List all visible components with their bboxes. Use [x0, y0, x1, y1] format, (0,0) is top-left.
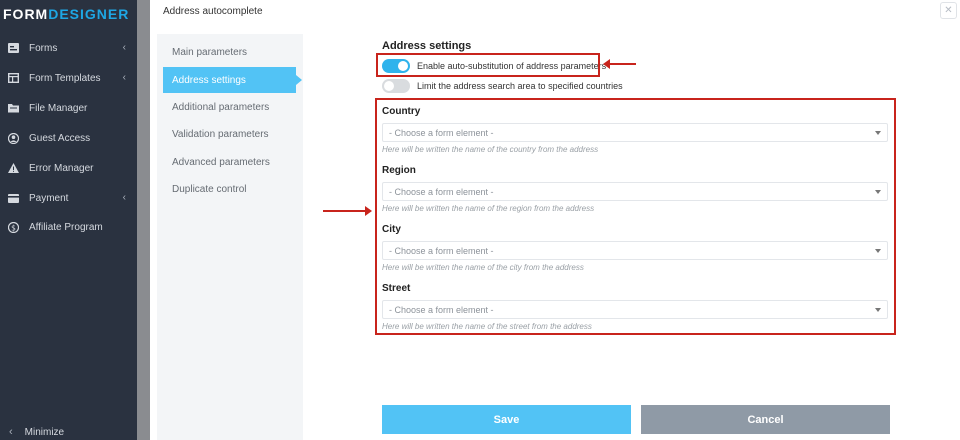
chevron-left-icon: ‹: [9, 426, 13, 438]
modal-title: Address autocomplete: [163, 6, 263, 17]
limit-countries-toggle[interactable]: [382, 79, 410, 93]
section-title: Address settings: [382, 40, 472, 52]
annotation-arrow-left: [603, 59, 636, 69]
user-icon: [7, 132, 19, 144]
chevron-left-icon: ‹: [122, 72, 126, 83]
tab-additional-parameters[interactable]: Additional parameters: [157, 94, 303, 120]
sidebar-item-file-manager[interactable]: File Manager: [0, 97, 137, 119]
sidebar-item-affiliate-program[interactable]: $ Affiliate Program: [0, 216, 137, 238]
dollar-icon: $: [7, 221, 19, 233]
sidebar-item-label: Forms: [29, 42, 58, 54]
close-icon: ✕: [944, 5, 953, 16]
tab-duplicate-control[interactable]: Duplicate control: [157, 176, 303, 202]
close-button[interactable]: ✕: [940, 2, 957, 19]
tab-advanced-parameters[interactable]: Advanced parameters: [157, 149, 303, 175]
sidebar-item-label: Error Manager: [29, 162, 94, 174]
save-button[interactable]: Save: [382, 405, 631, 434]
sidebar-item-label: Guest Access: [29, 132, 91, 144]
chevron-left-icon: ‹: [122, 192, 126, 203]
tab-main-parameters[interactable]: Main parameters: [157, 39, 303, 65]
logo-text-form: FORM: [3, 6, 49, 22]
sidebar-item-guest-access[interactable]: Guest Access: [0, 127, 137, 149]
annotation-box-fields: [375, 98, 896, 335]
sidebar-item-label: File Manager: [29, 102, 88, 114]
logo-text-designer: DESIGNER: [48, 6, 130, 22]
toggle-label: Limit the address search area to specifi…: [417, 81, 623, 91]
annotation-box-toggle: [376, 53, 600, 77]
sidebar-item-label: Affiliate Program: [29, 221, 103, 233]
tab-validation-parameters[interactable]: Validation parameters: [157, 121, 303, 147]
sidebar-item-form-templates[interactable]: Form Templates ‹: [0, 67, 137, 89]
minimize-label: Minimize: [24, 426, 65, 438]
folder-icon: [7, 102, 19, 114]
tab-address-settings[interactable]: Address settings: [163, 67, 302, 93]
sidebar-item-payment[interactable]: Payment ‹: [0, 187, 137, 209]
chevron-left-icon: ‹: [122, 42, 126, 53]
minimize-button[interactable]: ‹ Minimize: [0, 424, 137, 440]
annotation-arrow-right: [323, 206, 372, 216]
modal-backdrop: [137, 0, 150, 440]
warning-icon: [7, 162, 19, 174]
sidebar-item-label: Form Templates: [29, 72, 101, 84]
app-logo[interactable]: FORMDESIGNER: [3, 6, 129, 22]
svg-text:$: $: [11, 223, 16, 232]
forms-icon: [7, 42, 19, 54]
templates-icon: [7, 72, 19, 84]
limit-countries-toggle-row[interactable]: Limit the address search area to specifi…: [382, 79, 623, 93]
toggle-knob: [384, 81, 394, 91]
settings-tabs: Main parameters Address settings Additio…: [157, 34, 303, 440]
sidebar-item-forms[interactable]: Forms ‹: [0, 37, 137, 59]
sidebar-item-error-manager[interactable]: Error Manager: [0, 157, 137, 179]
cancel-button[interactable]: Cancel: [641, 405, 890, 434]
card-icon: [7, 192, 19, 204]
sidebar-item-label: Payment: [29, 192, 69, 204]
sidebar: FORMDESIGNER Forms ‹ Form Templates ‹ Fi…: [0, 0, 137, 440]
